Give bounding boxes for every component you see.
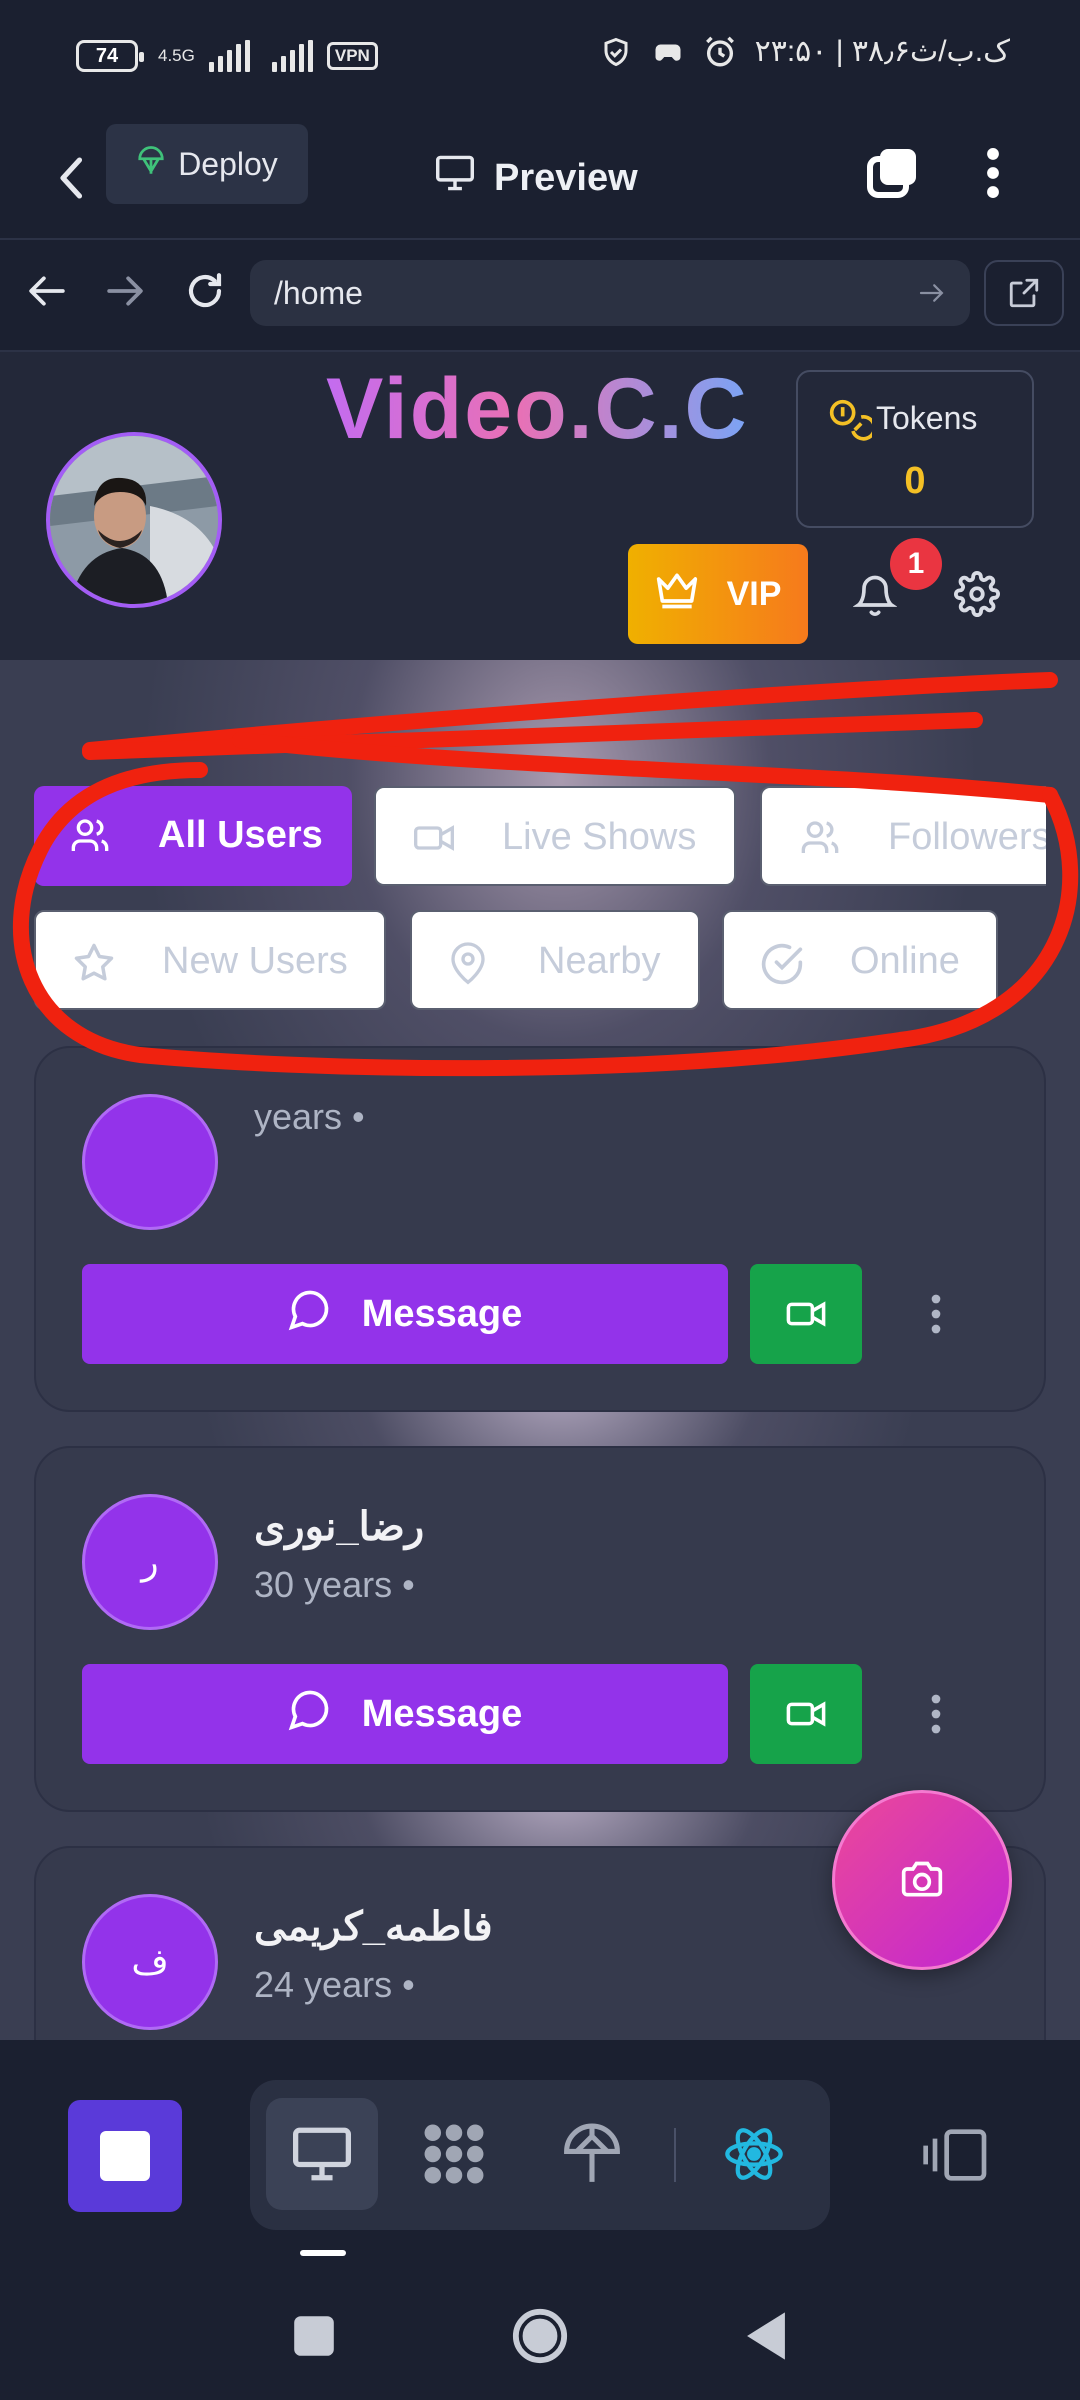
open-external-icon[interactable]: [984, 260, 1064, 326]
tokens-label: Tokens: [876, 400, 978, 436]
tabs-button[interactable]: [862, 138, 922, 208]
user-avatar[interactable]: [82, 1094, 218, 1230]
filter-tabs: All Users Live Shows Followers New Users: [0, 660, 1046, 1060]
go-arrow-icon[interactable]: [918, 275, 946, 312]
main-content: All Users Live Shows Followers New Users: [0, 660, 1080, 2040]
video-icon: [412, 818, 456, 868]
brand-logo: Video.C.C: [326, 361, 749, 457]
tokens-box[interactable]: Tokens 0: [796, 370, 1034, 528]
user-age: 24 years •: [254, 1964, 415, 2005]
notification-badge: 1: [890, 538, 942, 590]
users-icon: [70, 816, 110, 866]
user-avatar[interactable]: ر: [82, 1494, 218, 1630]
user-card: years • Message: [34, 1046, 1046, 1412]
preview-title: Preview: [434, 138, 638, 218]
preview-label: Preview: [494, 156, 638, 199]
message-label: Message: [361, 1292, 523, 1335]
dev-toolbar: [0, 2040, 1080, 2270]
more-options-icon[interactable]: [916, 1264, 956, 1364]
more-menu-icon[interactable]: [970, 138, 1016, 208]
message-icon: [288, 1687, 332, 1741]
camera-fab[interactable]: [832, 1790, 1012, 1970]
filter-followers[interactable]: Followers: [760, 786, 1046, 886]
alarm-icon: [703, 35, 737, 69]
coins-icon: [828, 398, 877, 447]
user-avatar[interactable]: ف: [82, 1894, 218, 2030]
code-tab[interactable]: [398, 2098, 510, 2210]
crown-icon: [655, 571, 699, 618]
signal-icon: [208, 40, 250, 72]
back-nav-icon[interactable]: [736, 2306, 796, 2366]
filter-label: Nearby: [538, 940, 661, 982]
app-header: Video.C.C Tokens 0 VIP 1: [0, 352, 1080, 660]
back-button[interactable]: [50, 142, 94, 214]
deploy-icon: [136, 143, 166, 185]
status-time: ۲۳:۵۰ | ۳۸٫۶ک.ب/ث: [754, 35, 1010, 68]
video-call-button[interactable]: [750, 1264, 862, 1364]
stop-icon: [100, 2131, 150, 2181]
more-options-icon[interactable]: [916, 1664, 956, 1764]
url-bar: /home: [0, 240, 1080, 352]
user-name: رضا_نوری: [254, 1505, 425, 1549]
game-icon: [651, 35, 685, 69]
vip-label: VIP: [726, 574, 782, 613]
signal-icon: [271, 40, 313, 72]
tokens-value: 0: [904, 460, 926, 502]
deploy-button[interactable]: Deploy: [106, 124, 308, 204]
filter-label: Online: [850, 940, 960, 982]
filter-label: All Users: [158, 814, 323, 856]
filter-label: Live Shows: [502, 816, 697, 858]
message-icon: [288, 1287, 332, 1341]
toolbar-divider: [674, 2128, 676, 2182]
battery-indicator: 74: [76, 40, 144, 72]
filter-label: Followers: [888, 816, 1046, 858]
star-icon: [72, 942, 116, 994]
system-nav-bar: [0, 2270, 1080, 2400]
network-type: 4.5G: [158, 46, 195, 65]
message-label: Message: [361, 1692, 523, 1735]
browser-forward-icon[interactable]: [100, 266, 150, 316]
recent-apps-icon[interactable]: [284, 2306, 344, 2366]
gear-icon[interactable]: [952, 564, 1002, 624]
monitor-icon: [434, 154, 476, 202]
preview-tab[interactable]: [266, 2098, 378, 2210]
home-icon[interactable]: [510, 2306, 570, 2366]
deploy-label: Deploy: [178, 145, 278, 182]
filter-online[interactable]: Online: [722, 910, 998, 1010]
filter-live-shows[interactable]: Live Shows: [374, 786, 736, 886]
filter-nearby[interactable]: Nearby: [410, 910, 700, 1010]
user-age: 30 years •: [254, 1564, 415, 1605]
video-call-button[interactable]: [750, 1664, 862, 1764]
stop-button[interactable]: [68, 2100, 182, 2212]
user-card: ر رضا_نوری 30 years • Message: [34, 1446, 1046, 1812]
status-bar: 74 4.5G VPN ۲۳:۵۰ | ۳۸٫۶ک.ب/ث: [0, 0, 1080, 118]
map-pin-icon: [448, 942, 488, 996]
url-input[interactable]: /home: [250, 260, 970, 326]
reload-icon[interactable]: [180, 266, 230, 316]
message-button[interactable]: Message: [82, 1264, 728, 1364]
browser-back-icon[interactable]: [22, 266, 72, 316]
users-icon: [798, 818, 842, 868]
filter-all-users[interactable]: All Users: [34, 786, 352, 886]
user-age: years •: [254, 1096, 365, 1137]
filter-label: New Users: [162, 940, 348, 982]
check-circle-icon: [760, 942, 804, 996]
active-tab-indicator: [300, 2250, 346, 2256]
vip-button[interactable]: VIP: [628, 544, 808, 644]
shield-icon: [599, 35, 633, 69]
battery-level: 74: [95, 44, 119, 67]
user-name: فاطمه_کریمی: [254, 1905, 493, 1949]
message-button[interactable]: Message: [82, 1664, 728, 1764]
profile-avatar[interactable]: [46, 432, 222, 608]
split-view-icon[interactable]: [916, 2120, 996, 2190]
publish-tab[interactable]: [536, 2098, 648, 2210]
react-icon[interactable]: [698, 2098, 810, 2210]
toolbar-group: [250, 2080, 830, 2230]
app-bar: Deploy Preview: [0, 118, 1080, 240]
url-path: /home: [274, 274, 363, 311]
filter-new-users[interactable]: New Users: [34, 910, 386, 1010]
vpn-badge: VPN: [326, 42, 378, 70]
